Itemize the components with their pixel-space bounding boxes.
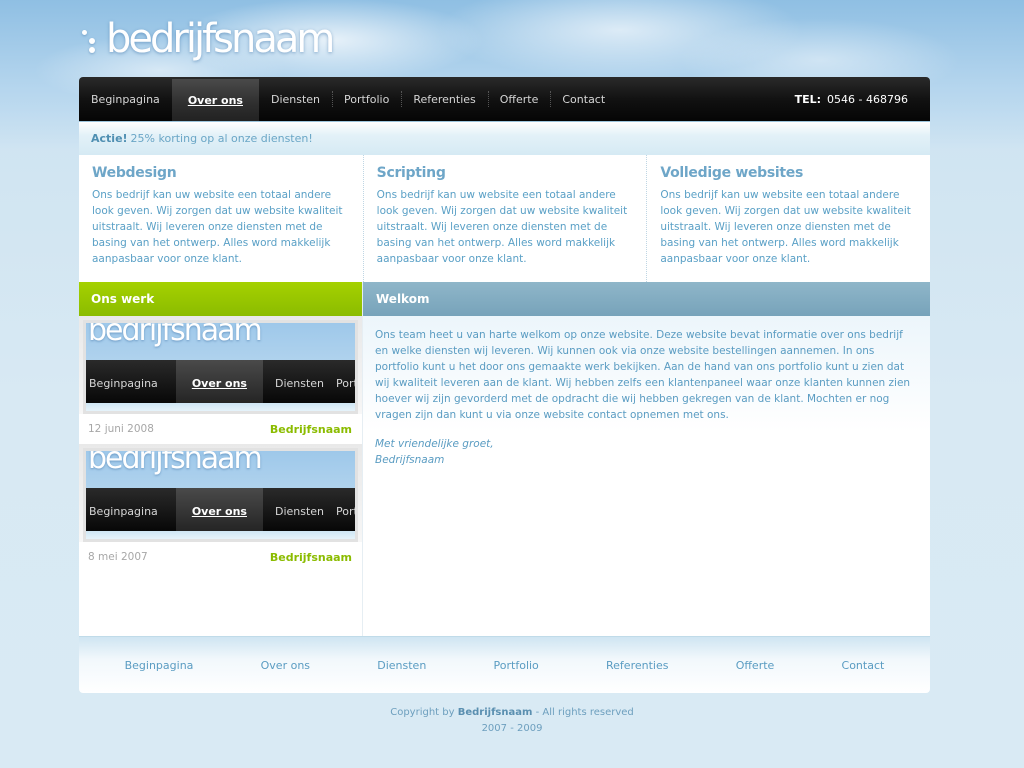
thumb-nav-item: Over ons — [175, 488, 263, 534]
welkom-closing: Met vriendelijke groet, Bedrijfsnaam — [363, 423, 930, 468]
nav-over-ons[interactable]: Over ons — [171, 79, 259, 121]
portfolio-item: bedrijfsnaam Beginpagina Over ons Dienst… — [79, 444, 362, 572]
nav-diensten[interactable]: Diensten — [259, 77, 332, 121]
footer-nav-referenties[interactable]: Referenties — [606, 659, 668, 672]
footer-nav-contact[interactable]: Contact — [842, 659, 885, 672]
welkom-title: Welkom — [363, 282, 930, 316]
copyright-years: 2007 - 2009 — [481, 723, 543, 734]
promo-label: Actie! — [91, 132, 128, 145]
footer-nav-over-ons[interactable]: Over ons — [261, 659, 310, 672]
copyright-prefix: Copyright by — [390, 707, 455, 718]
portfolio-thumbnail[interactable]: bedrijfsnaam Beginpagina Over ons Dienst… — [83, 320, 358, 414]
portfolio-date: 12 juni 2008 — [88, 423, 154, 435]
nav-contact[interactable]: Contact — [550, 77, 617, 121]
thumb-nav-item: Diensten — [274, 376, 325, 390]
nav-beginpagina[interactable]: Beginpagina — [79, 77, 172, 121]
copyright-brand: Bedrijfsnaam — [457, 707, 533, 718]
portfolio-client-link[interactable]: Bedrijfsnaam — [270, 551, 352, 564]
thumb-nav-item: Over ons — [175, 360, 263, 406]
telephone: TEL: 0546 - 468796 — [795, 77, 908, 121]
thumb-nav-item: Beginpagina — [89, 376, 158, 390]
service-title: Scripting — [376, 165, 446, 181]
thumb-logo: bedrijfsnaam — [88, 448, 263, 476]
service-volledige-websites: Volledige websites Ons bedrijf kan uw we… — [646, 155, 930, 282]
closing-signature: Bedrijfsnaam — [375, 454, 445, 466]
service-webdesign: Webdesign Ons bedrijf kan uw website een… — [79, 155, 363, 282]
thumb-nav-item: Portfo — [336, 376, 358, 390]
portfolio-meta: 12 juni 2008 Bedrijfsnaam — [79, 414, 362, 444]
main-content: Ons werk bedrijfsnaam Beginpagina Over o… — [79, 282, 930, 636]
main-navigation: Beginpagina Over ons Diensten Portfolio … — [79, 77, 930, 121]
logo-dots-icon — [80, 24, 102, 54]
portfolio-item: bedrijfsnaam Beginpagina Over ons Dienst… — [79, 316, 362, 444]
promo-text: 25% korting op al onze diensten! — [130, 132, 313, 145]
nav-offerte[interactable]: Offerte — [487, 77, 551, 121]
tel-label: TEL: — [794, 92, 822, 106]
nav-referenties[interactable]: Referenties — [401, 77, 487, 121]
welkom-text: Ons team heet u van harte welkom op onze… — [375, 329, 911, 421]
service-title: Webdesign — [92, 165, 177, 181]
tel-number: 0546 - 468796 — [827, 92, 908, 106]
service-scripting: Scripting Ons bedrijf kan uw website een… — [362, 155, 647, 282]
closing-greeting: Met vriendelijke groet, — [375, 438, 494, 450]
footer-nav-beginpagina[interactable]: Beginpagina — [125, 659, 194, 672]
portfolio-meta: 8 mei 2007 Bedrijfsnaam — [79, 542, 362, 572]
footer-nav-offerte[interactable]: Offerte — [736, 659, 775, 672]
service-text: Ons bedrijf kan uw website een totaal an… — [92, 189, 343, 265]
page-wrapper: Beginpagina Over ons Diensten Portfolio … — [79, 77, 930, 693]
service-title: Volledige websites — [660, 165, 804, 181]
nav-portfolio[interactable]: Portfolio — [332, 77, 401, 121]
thumb-nav-item: Diensten — [274, 504, 325, 518]
portfolio-date: 8 mei 2007 — [88, 551, 148, 563]
service-text: Ons bedrijf kan uw website een totaal an… — [660, 189, 911, 265]
service-text: Ons bedrijf kan uw website een totaal an… — [376, 189, 628, 265]
footer-navigation: Beginpagina Over ons Diensten Portfolio … — [79, 636, 930, 693]
thumb-nav: Beginpagina Over ons Diensten Portfo — [86, 488, 355, 534]
thumb-bottom — [86, 531, 355, 539]
ons-werk-column: Ons werk bedrijfsnaam Beginpagina Over o… — [79, 282, 362, 636]
thumb-nav: Beginpagina Over ons Diensten Portfo — [86, 360, 355, 406]
portfolio-client-link[interactable]: Bedrijfsnaam — [270, 423, 352, 436]
promo-banner: Actie! 25% korting op al onze diensten! — [79, 121, 930, 155]
logo-text: bedrijfsnaam — [106, 16, 335, 62]
services-section: Webdesign Ons bedrijf kan uw website een… — [79, 155, 930, 282]
ons-werk-title: Ons werk — [79, 282, 362, 316]
thumb-nav-item: Portfo — [336, 504, 358, 518]
thumb-nav-item: Beginpagina — [89, 504, 158, 518]
thumb-logo: bedrijfsnaam — [88, 320, 263, 348]
copyright-suffix: - All rights reserved — [535, 707, 634, 718]
copyright: Copyright by Bedrijfsnaam - All rights r… — [0, 705, 1024, 737]
welkom-column: Welkom Ons team heet u van harte welkom … — [362, 282, 930, 636]
portfolio-thumbnail[interactable]: bedrijfsnaam Beginpagina Over ons Dienst… — [83, 448, 358, 542]
footer-nav-portfolio[interactable]: Portfolio — [494, 659, 539, 672]
site-logo[interactable]: bedrijfsnaam — [80, 14, 335, 64]
thumb-bottom — [86, 403, 355, 411]
footer-nav-diensten[interactable]: Diensten — [377, 659, 426, 672]
